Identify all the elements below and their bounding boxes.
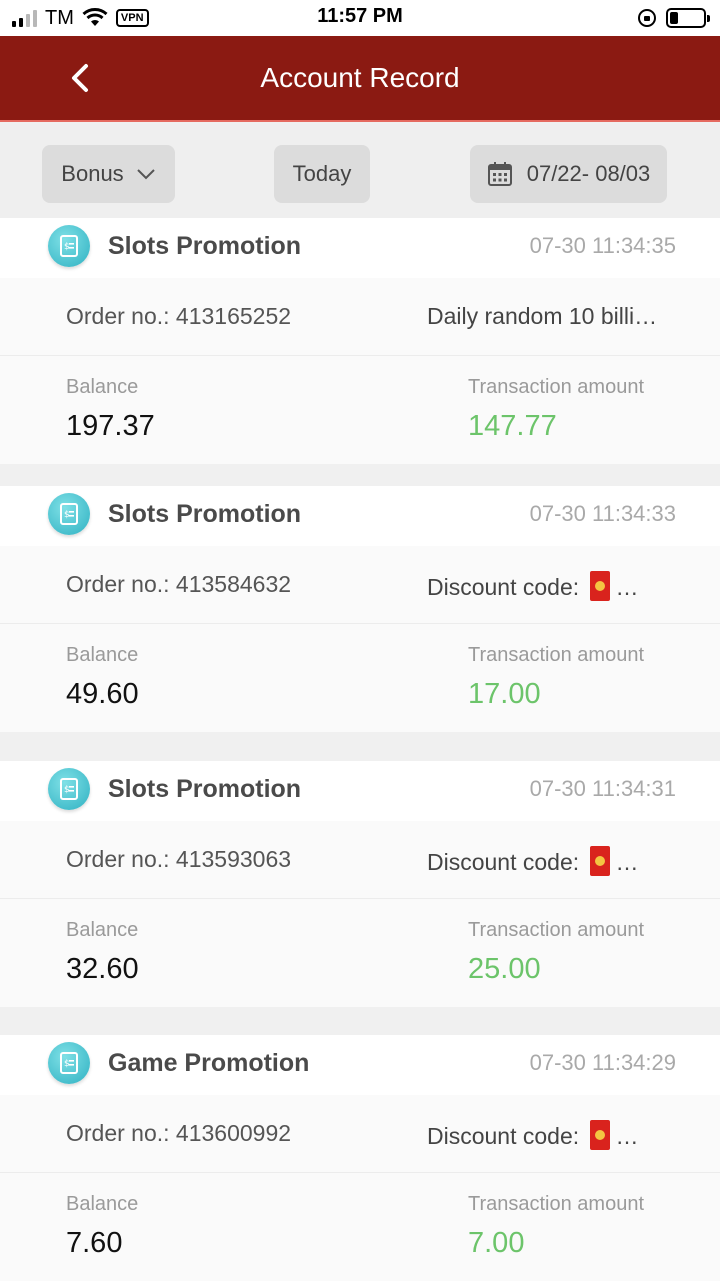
record-balance-row: Balance 7.60 Transaction amount 7.00 [0,1173,720,1281]
receipt-icon: $ [48,225,90,267]
red-envelope-icon [589,846,610,876]
record-order-row: Order no.: 413165252 Daily random 10 bil… [0,278,720,356]
svg-text:$: $ [64,785,70,795]
status-bar: TM VPN 11:57 PM [0,0,720,36]
app-header: Account Record [0,36,720,122]
record-card[interactable]: $ Slots Promotion 07-30 11:34:35 Order n… [0,218,720,464]
red-envelope-icon [589,571,610,601]
balance-value: 7.60 [66,1227,123,1259]
record-title: Slots Promotion [108,500,302,528]
receipt-icon: $ [48,1042,90,1084]
red-envelope-icon [589,1120,610,1150]
balance-label: Balance [66,644,139,666]
record-title: Game Promotion [108,1049,310,1077]
record-header: $ Slots Promotion 07-30 11:34:33 [0,486,720,544]
battery-icon [666,8,710,28]
balance-label: Balance [66,376,139,398]
record-order-row: Order no.: 413584632 Discount code: … [0,546,720,624]
record-order-row: Order no.: 413600992 Discount code: … [0,1095,720,1173]
date-range-button[interactable]: 07/22- 08/03 [470,145,667,203]
receipt-icon: $ [48,768,90,810]
svg-text:$: $ [64,1059,70,1069]
rotation-lock-icon [638,9,656,27]
type-filter-dropdown[interactable]: Bonus [42,145,175,203]
order-description: Discount code: … [427,846,687,876]
balance-value: 197.37 [66,410,155,442]
transaction-amount-label: Transaction amount [468,376,645,398]
record-title: Slots Promotion [108,775,302,803]
record-header: $ Slots Promotion 07-30 11:34:31 [0,761,720,819]
date-range-label: 07/22- 08/03 [526,161,651,186]
order-description: Daily random 10 billi… [427,303,687,330]
calendar-icon [487,161,513,187]
record-balance-row: Balance 32.60 Transaction amount 25.00 [0,899,720,1007]
transaction-amount-value: 147.77 [468,410,557,442]
period-filter-label: Today [292,161,352,186]
period-filter-button[interactable]: Today [274,145,370,203]
order-description-text: Discount code: [427,574,586,600]
transaction-amount-label: Transaction amount [468,919,645,941]
order-number: Order no.: 413593063 [66,846,292,872]
type-filter-label: Bonus [61,161,124,186]
record-card[interactable]: $ Slots Promotion 07-30 11:34:31 Order n… [0,761,720,1007]
record-balance-row: Balance 197.37 Transaction amount 147.77 [0,356,720,464]
balance-value: 32.60 [66,953,139,985]
record-header: $ Slots Promotion 07-30 11:34:35 [0,218,720,276]
svg-text:$: $ [64,242,70,252]
order-description-text: Discount code: [427,1123,586,1149]
transaction-amount-value: 7.00 [468,1227,525,1259]
record-order-row: Order no.: 413593063 Discount code: … [0,821,720,899]
order-number: Order no.: 413600992 [66,1120,292,1146]
order-description: Discount code: … [427,571,687,601]
order-description-text: Daily random 10 billi… [427,303,658,329]
record-card[interactable]: $ Slots Promotion 07-30 11:34:33 Order n… [0,486,720,732]
filter-bar: Bonus Today 07/22- 08/03 [0,124,720,218]
balance-value: 49.60 [66,678,139,710]
record-balance-row: Balance 49.60 Transaction amount 17.00 [0,624,720,732]
order-description-text: Discount code: [427,849,586,875]
transaction-amount-value: 17.00 [468,678,541,710]
record-time: 07-30 11:34:33 [529,501,676,526]
chevron-down-icon [136,168,156,180]
order-description: Discount code: … [427,1120,687,1150]
status-right [638,6,710,30]
balance-label: Balance [66,919,139,941]
order-number: Order no.: 413584632 [66,571,292,597]
receipt-icon: $ [48,493,90,535]
order-number: Order no.: 413165252 [66,303,292,329]
record-time: 07-30 11:34:31 [529,776,676,801]
status-time: 11:57 PM [317,5,403,27]
svg-text:$: $ [64,510,70,520]
balance-label: Balance [66,1193,139,1215]
record-title: Slots Promotion [108,232,302,260]
record-time: 07-30 11:34:35 [529,233,676,258]
transaction-amount-label: Transaction amount [468,1193,645,1215]
record-time: 07-30 11:34:29 [529,1050,676,1075]
record-header: $ Game Promotion 07-30 11:34:29 [0,1035,720,1093]
transaction-amount-label: Transaction amount [468,644,645,666]
page-title: Account Record [260,62,460,93]
transaction-amount-value: 25.00 [468,953,541,985]
record-card[interactable]: $ Game Promotion 07-30 11:34:29 Order no… [0,1035,720,1281]
